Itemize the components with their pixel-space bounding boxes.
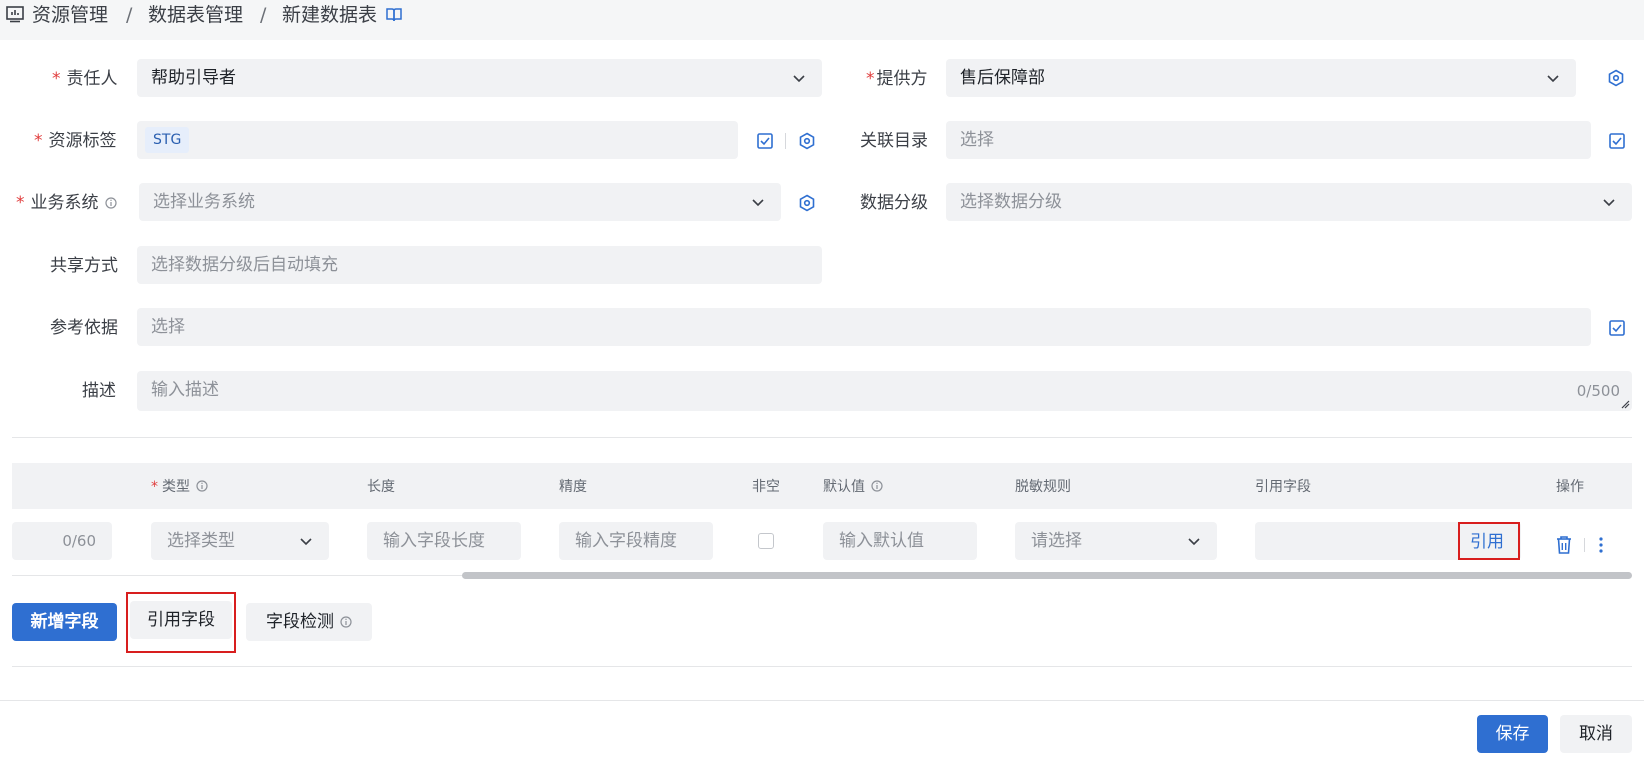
field-name-input[interactable]: 0/60: [12, 522, 112, 560]
resize-handle-icon[interactable]: [1620, 399, 1630, 409]
description-label: 描述: [82, 381, 116, 401]
chevron-down-icon: [1188, 538, 1200, 546]
related-catalog-field[interactable]: 选择: [946, 121, 1591, 159]
description-placeholder: 输入描述: [151, 380, 219, 400]
header-not-null: 非空: [752, 479, 780, 495]
checkbox-select-icon[interactable]: [1608, 132, 1626, 150]
field-type-select[interactable]: 选择类型: [151, 522, 329, 560]
checkbox-select-icon[interactable]: [1608, 319, 1626, 337]
provider-select[interactable]: 售后保障部: [946, 59, 1576, 97]
tag-chip[interactable]: STG: [145, 127, 190, 153]
header-ref-field: 引用字段: [1255, 479, 1311, 495]
data-grade-placeholder: 选择数据分级: [960, 192, 1062, 212]
page-title: 新建数据表: [282, 4, 378, 26]
related-catalog-label: 关联目录: [860, 131, 928, 151]
book-icon[interactable]: [386, 7, 402, 22]
header-length: 长度: [367, 479, 395, 495]
field-length-input[interactable]: 输入字段长度: [367, 522, 521, 560]
chevron-down-icon: [300, 538, 312, 546]
section-divider: [12, 666, 1632, 667]
breadcrumb-separator: /: [126, 4, 133, 26]
header-default: 默认值: [823, 478, 883, 496]
field-precision-placeholder: 输入字段精度: [575, 531, 677, 551]
business-system-placeholder: 选择业务系统: [153, 192, 255, 212]
header-type: * 类型: [151, 478, 208, 496]
icon-divider: [1584, 538, 1585, 552]
field-name-counter: 0/60: [62, 532, 96, 550]
field-check-button[interactable]: 字段检测: [246, 603, 372, 641]
save-button[interactable]: 保存: [1477, 715, 1548, 753]
share-mode-placeholder: 选择数据分级后自动填充: [151, 255, 338, 275]
info-icon: [196, 480, 208, 492]
horizontal-scrollbar[interactable]: [462, 572, 1632, 579]
breadcrumb: 资源管理 / 数据表管理 / 新建数据表: [0, 0, 1644, 40]
description-textarea[interactable]: 输入描述 0/500: [137, 371, 1632, 411]
data-grade-label: 数据分级: [860, 193, 928, 213]
trash-icon[interactable]: [1555, 535, 1573, 555]
highlight-box: [126, 592, 236, 653]
resource-tag-label: * 资源标签: [34, 131, 117, 151]
header-precision: 精度: [559, 479, 587, 495]
info-icon: [104, 197, 117, 209]
business-system-select[interactable]: 选择业务系统: [139, 183, 781, 221]
related-catalog-placeholder: 选择: [960, 130, 994, 150]
reference-basis-label: 参考依据: [50, 318, 118, 338]
header-actions: 操作: [1556, 479, 1584, 495]
breadcrumb-item-resource-management[interactable]: 资源管理: [32, 3, 108, 27]
cancel-button[interactable]: 取消: [1560, 715, 1632, 753]
provider-label: * 提供方: [866, 69, 928, 89]
section-divider: [12, 437, 1632, 438]
breadcrumb-item-table-management[interactable]: 数据表管理: [148, 3, 243, 27]
info-icon: [871, 480, 883, 492]
owner-value: 帮助引导者: [151, 68, 236, 88]
resource-tag-field[interactable]: STG: [137, 121, 738, 159]
settings-hex-icon[interactable]: [798, 194, 816, 212]
mask-rule-select[interactable]: 请选择: [1015, 522, 1217, 560]
share-mode-label: 共享方式: [50, 256, 118, 276]
checkbox-select-icon[interactable]: [756, 132, 774, 150]
settings-hex-icon[interactable]: [1607, 69, 1625, 87]
chevron-down-icon: [1547, 75, 1559, 83]
chevron-down-icon: [1603, 199, 1615, 207]
mask-rule-placeholder: 请选择: [1031, 531, 1082, 551]
field-length-placeholder: 输入字段长度: [383, 531, 485, 551]
provider-value: 售后保障部: [960, 68, 1045, 88]
breadcrumb-separator: /: [260, 4, 267, 26]
info-icon: [340, 616, 352, 628]
owner-label: * 责任人: [52, 69, 118, 89]
reference-basis-field[interactable]: 选择: [137, 308, 1591, 346]
settings-hex-icon[interactable]: [798, 132, 816, 150]
data-grade-select[interactable]: 选择数据分级: [946, 183, 1632, 221]
icon-divider: [785, 133, 786, 149]
share-mode-field: 选择数据分级后自动填充: [137, 246, 822, 284]
more-vertical-icon[interactable]: [1598, 536, 1604, 554]
owner-select[interactable]: 帮助引导者: [137, 59, 822, 97]
reference-basis-placeholder: 选择: [151, 317, 185, 337]
field-precision-input[interactable]: 输入字段精度: [559, 522, 713, 560]
not-null-checkbox[interactable]: [758, 533, 774, 549]
monitor-icon: [6, 6, 24, 23]
field-default-placeholder: 输入默认值: [839, 531, 924, 551]
chevron-down-icon: [752, 199, 764, 207]
table-header: [12, 463, 1632, 509]
business-system-label: * 业务系统: [16, 192, 117, 214]
header-mask-rule: 脱敏规则: [1015, 479, 1071, 495]
footer-bar: [0, 700, 1644, 765]
field-type-placeholder: 选择类型: [167, 531, 235, 551]
chevron-down-icon: [793, 75, 805, 83]
field-default-input[interactable]: 输入默认值: [823, 522, 977, 560]
highlight-box: [1458, 522, 1520, 560]
add-field-button[interactable]: 新增字段: [12, 603, 117, 641]
description-counter: 0/500: [1576, 382, 1620, 400]
